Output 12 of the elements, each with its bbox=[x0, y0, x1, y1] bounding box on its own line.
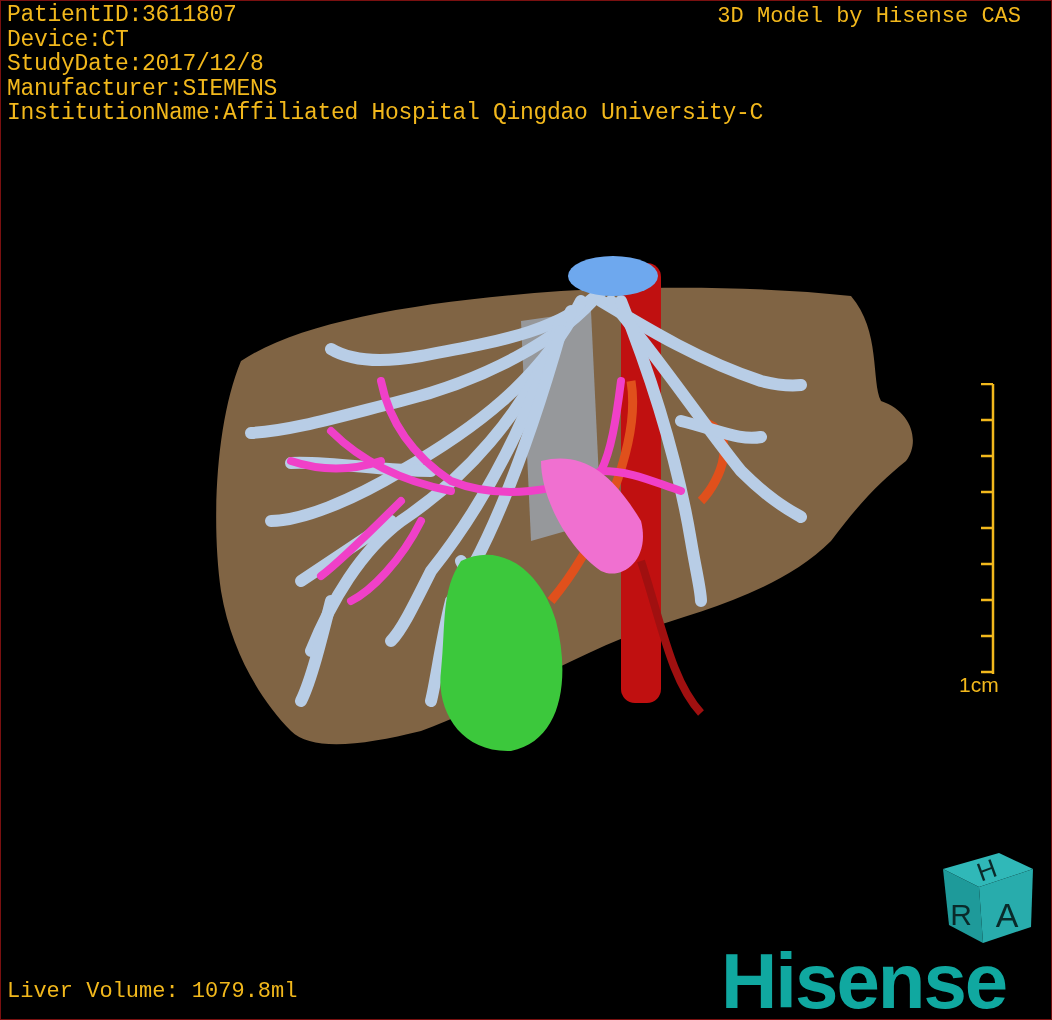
scale-label: 1cm bbox=[959, 673, 999, 697]
view-title: 3D Model by Hisense CAS bbox=[717, 4, 1021, 30]
patient-info-text: StudyDate:2017/12/8 bbox=[7, 52, 264, 77]
patient-info-text: Manufacturer:SIEMENS bbox=[7, 76, 278, 101]
patient-info-text: Device:CT bbox=[7, 27, 129, 52]
cube-face-label: R bbox=[950, 898, 972, 931]
scale-bar-icon bbox=[980, 383, 995, 675]
liver-volume-text: Liver Volume: 1079.8ml bbox=[7, 979, 298, 1005]
cube-face-label: H bbox=[972, 852, 1001, 888]
patient-info-text: PatientID:3611807 bbox=[7, 3, 237, 28]
cube-face-label: A bbox=[995, 896, 1019, 934]
patient-info-text: InstitutionName:Affiliated Hospital Qingdao University-C bbox=[7, 101, 764, 126]
